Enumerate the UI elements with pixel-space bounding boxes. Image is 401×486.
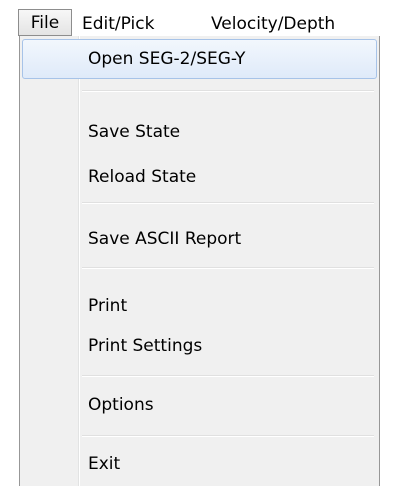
menu-file[interactable]: File xyxy=(18,9,72,36)
menu-item-label: Save ASCII Report xyxy=(88,229,242,249)
file-dropdown-menu: Open SEG-2/SEG-Y Save State Reload State… xyxy=(19,36,380,486)
menu-item-save-state[interactable]: Save State xyxy=(22,112,377,152)
menu-item-reload-state[interactable]: Reload State xyxy=(22,157,377,197)
menu-item-label: Options xyxy=(88,395,154,415)
menu-item-label: Exit xyxy=(88,454,121,474)
menu-edit-pick[interactable]: Edit/Pick xyxy=(82,12,154,36)
menu-velocity-depth[interactable]: Velocity/Depth xyxy=(211,12,335,36)
menu-separator xyxy=(82,90,374,92)
menu-separator xyxy=(82,202,374,204)
menu-item-label: Print xyxy=(88,296,128,316)
menu-item-label: Open SEG-2/SEG-Y xyxy=(88,49,246,69)
menu-item-open-seg[interactable]: Open SEG-2/SEG-Y xyxy=(22,39,377,79)
menu-item-label: Save State xyxy=(88,122,181,142)
menu-item-options[interactable]: Options xyxy=(22,385,377,425)
menu-item-save-ascii-report[interactable]: Save ASCII Report xyxy=(22,219,377,259)
menu-separator xyxy=(82,435,374,437)
menu-separator xyxy=(82,375,374,377)
menu-item-print-settings[interactable]: Print Settings xyxy=(22,326,377,366)
menu-item-label: Print Settings xyxy=(88,336,203,356)
menu-item-print[interactable]: Print xyxy=(22,286,377,326)
menu-item-label: Reload State xyxy=(88,167,197,187)
menu-item-exit[interactable]: Exit xyxy=(22,444,377,484)
menu-separator xyxy=(82,267,374,269)
